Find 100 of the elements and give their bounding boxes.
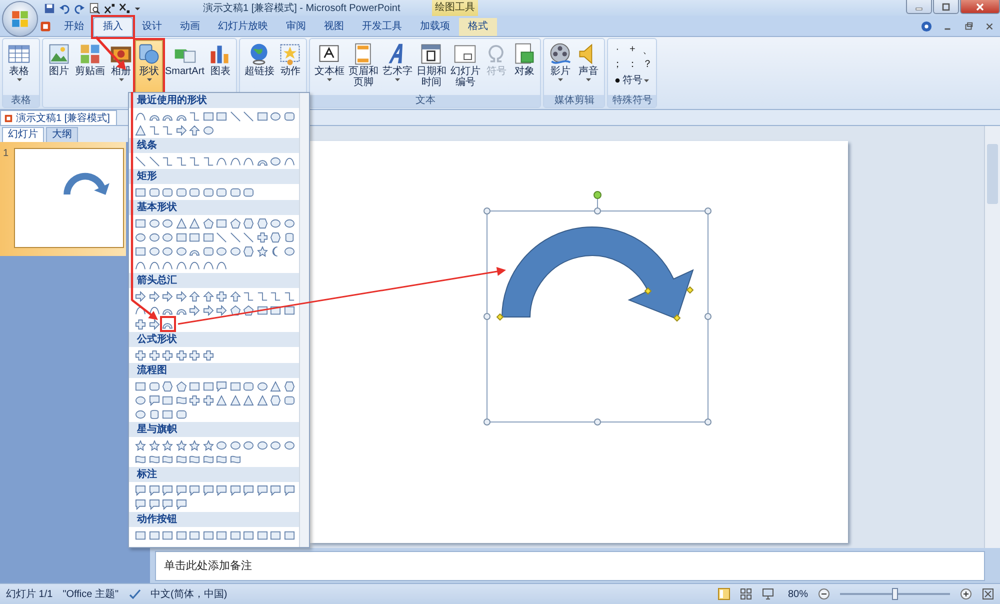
rectangle-icon[interactable] — [202, 380, 214, 392]
ribbon-tab[interactable]: 审阅 — [277, 18, 315, 36]
callout-icon[interactable] — [135, 498, 146, 510]
ribbon-tab[interactable]: 幻灯片放映 — [209, 18, 277, 36]
right-arrow-icon[interactable] — [216, 304, 228, 316]
ellipse-icon[interactable] — [176, 246, 187, 256]
close-icon[interactable] — [984, 21, 995, 32]
cylinder-icon[interactable] — [284, 232, 295, 242]
callout-icon[interactable] — [148, 484, 160, 496]
ribbon-button[interactable]: 声音 — [574, 40, 602, 94]
ribbon-tab[interactable]: 开发工具 — [353, 18, 411, 36]
ellipse-icon[interactable] — [284, 246, 295, 256]
triangle-icon[interactable] — [230, 394, 241, 406]
rounded-rectangle-icon[interactable] — [189, 186, 200, 198]
notes-field[interactable]: 单击此处添加备注 — [155, 551, 985, 581]
callout-icon[interactable] — [162, 498, 174, 510]
elbow-connector-icon[interactable] — [189, 110, 200, 122]
rectangle-icon[interactable] — [189, 530, 200, 540]
pentagon-icon[interactable] — [230, 218, 241, 228]
callout-icon[interactable] — [202, 484, 214, 496]
save-icon[interactable] — [44, 2, 55, 14]
plus-icon[interactable] — [256, 232, 268, 242]
fit-to-window-icon[interactable] — [982, 588, 994, 600]
triangle-icon[interactable] — [243, 394, 254, 406]
ribbon-button[interactable]: 页眉和 页脚 — [346, 40, 380, 94]
ellipse-icon[interactable] — [135, 408, 146, 420]
ribbon-tab[interactable]: 动画 — [171, 18, 209, 36]
right-arrow-icon[interactable] — [176, 290, 187, 302]
plus-icon[interactable] — [202, 394, 214, 406]
close-button[interactable] — [960, 0, 1000, 14]
rectangle-icon[interactable] — [230, 380, 241, 392]
callout-icon[interactable] — [176, 484, 187, 496]
rectangle-icon[interactable] — [189, 380, 200, 392]
ribbon-button[interactable]: 幻灯片 编号 — [448, 40, 482, 94]
elbow-connector-icon[interactable] — [148, 124, 160, 136]
ellipse-icon[interactable] — [148, 218, 160, 228]
rectangle-icon[interactable] — [162, 530, 174, 540]
elbow-connector-icon[interactable] — [256, 290, 268, 302]
rounded-rectangle-icon[interactable] — [202, 186, 214, 198]
rectangle-icon[interactable] — [189, 232, 200, 242]
triangle-icon[interactable] — [135, 124, 146, 136]
hexagon-icon[interactable] — [243, 218, 254, 228]
maximize-button[interactable] — [933, 0, 959, 14]
ribbon-button[interactable]: 艺术字 — [380, 40, 414, 94]
right-arrow-icon[interactable] — [148, 318, 160, 330]
elbow-connector-icon[interactable] — [176, 156, 187, 166]
symbol-menu-button[interactable]: 符号 — [613, 73, 652, 87]
triangle-icon[interactable] — [189, 218, 200, 228]
ellipse-icon[interactable] — [216, 440, 228, 450]
curve-icon[interactable] — [148, 304, 160, 316]
curve-icon[interactable] — [162, 260, 174, 270]
callout-icon[interactable] — [148, 498, 160, 510]
triangle-icon[interactable] — [216, 394, 228, 406]
app-logo-icon[interactable] — [40, 21, 51, 32]
ribbon-tab[interactable]: 插入 — [93, 17, 133, 36]
rounded-rectangle-icon[interactable] — [284, 110, 295, 122]
elbow-connector-icon[interactable] — [284, 290, 295, 302]
ribbon-tab[interactable]: 设计 — [133, 18, 171, 36]
rectangle-icon[interactable] — [216, 218, 228, 228]
help-icon[interactable] — [921, 21, 932, 32]
plus-icon[interactable] — [176, 350, 187, 360]
wave-icon[interactable] — [230, 454, 241, 464]
hexagon-icon[interactable] — [270, 394, 282, 406]
ellipse-icon[interactable] — [162, 246, 174, 256]
zoom-in-button[interactable] — [960, 588, 972, 600]
callout-icon[interactable] — [216, 484, 228, 496]
adjustment-handles[interactable] — [496, 286, 694, 322]
plus-icon[interactable] — [135, 318, 146, 330]
rounded-rectangle-icon[interactable] — [176, 408, 187, 420]
wave-icon[interactable] — [202, 454, 214, 464]
symbol-button[interactable]: + — [625, 43, 640, 56]
line-icon[interactable] — [230, 110, 241, 122]
line-icon[interactable] — [243, 110, 254, 122]
ellipse-icon[interactable] — [270, 110, 282, 122]
elbow-connector-icon[interactable] — [162, 156, 174, 166]
elbow-connector-icon[interactable] — [270, 290, 282, 302]
line-icon[interactable] — [230, 232, 241, 242]
ellipse-icon[interactable] — [148, 246, 160, 256]
ribbon-button[interactable]: 剪贴画 — [73, 40, 107, 94]
line-icon[interactable] — [135, 156, 146, 166]
ellipse-icon[interactable] — [202, 124, 214, 136]
rounded-rectangle-icon[interactable] — [284, 394, 295, 406]
callout-icon[interactable] — [189, 484, 200, 496]
right-arrow-icon[interactable] — [189, 304, 200, 316]
ribbon-button[interactable]: 图表 — [206, 40, 234, 94]
callout-icon[interactable] — [270, 484, 282, 496]
ribbon-tab[interactable]: 视图 — [315, 18, 353, 36]
ellipse-icon[interactable] — [270, 156, 282, 166]
zoom-out-button[interactable] — [818, 588, 830, 600]
plus-icon[interactable] — [189, 350, 200, 360]
plus-icon[interactable] — [162, 350, 174, 360]
rectangle-icon[interactable] — [135, 380, 146, 392]
normal-view-icon[interactable] — [718, 588, 730, 600]
slide-sorter-icon[interactable] — [740, 588, 752, 600]
wave-icon[interactable] — [162, 454, 174, 464]
curve-icon[interactable] — [135, 260, 146, 270]
right-arrow-icon[interactable] — [176, 124, 187, 136]
elbow-connector-icon[interactable] — [202, 156, 214, 166]
curved-arrow-shape[interactable] — [502, 226, 694, 320]
wave-icon[interactable] — [176, 454, 187, 464]
